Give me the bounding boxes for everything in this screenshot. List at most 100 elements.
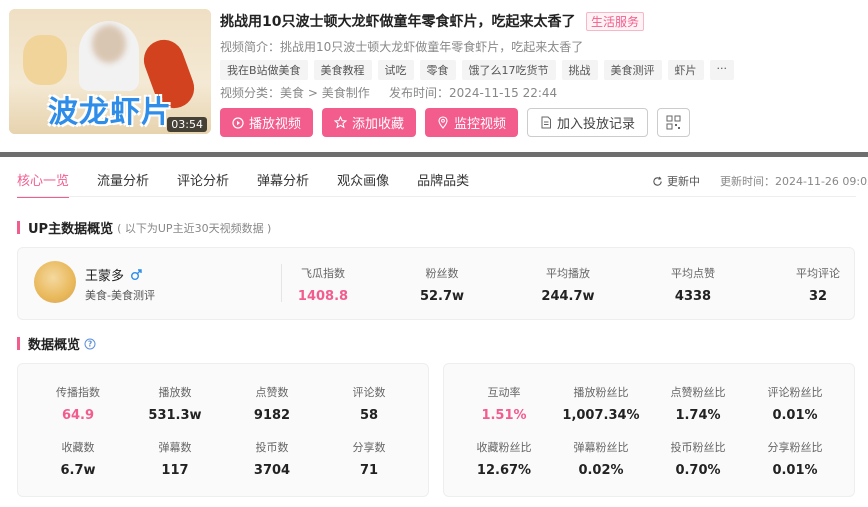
up-overview-card: 王蒙多 美食-美食测评 飞瓜指数 1408.8 粉丝数 52.7w 平均播放 2… <box>17 247 855 320</box>
analysis-tabs: 核心一览 流量分析 评论分析 弹幕分析 观众画像 品牌品类 <box>17 170 469 198</box>
update-time-label: 更新时间： <box>720 175 775 188</box>
tab-comment-analysis[interactable]: 评论分析 <box>177 170 229 198</box>
stat-value: 1,007.34% <box>562 408 640 423</box>
refresh-icon <box>653 176 662 186</box>
tab-core-overview[interactable]: 核心一览 <box>17 170 70 198</box>
tag-item[interactable]: 虾片 <box>667 60 704 80</box>
qr-code-icon <box>666 115 681 130</box>
qr-code-button[interactable] <box>657 108 691 137</box>
video-thumbnail[interactable]: 波龙虾片 03:54 <box>9 9 211 134</box>
tag-item[interactable]: 我在B站做美食 <box>220 60 308 80</box>
stat-value: 0.02% <box>578 463 624 478</box>
location-pin-icon <box>438 116 448 129</box>
stat-fans: 粉丝数 52.7w <box>416 265 468 304</box>
shrimp-chip-image <box>23 35 67 85</box>
stat-spread-index: 传播指数 64.9 <box>38 384 118 423</box>
tag-item[interactable]: 零食 <box>419 60 456 80</box>
stat-label: 点赞粉丝比 <box>670 386 726 399</box>
stat-value: 58 <box>359 408 379 423</box>
stat-value: 117 <box>161 463 189 478</box>
stat-label: 粉丝数 <box>425 267 459 280</box>
update-time: 更新时间：2024-11-26 09:02 <box>720 173 868 189</box>
publish-value: 2024-11-15 22:44 <box>449 86 558 100</box>
avatar[interactable] <box>34 261 76 303</box>
play-icon <box>232 116 244 129</box>
section-marker <box>17 337 20 350</box>
play-video-label: 播放视频 <box>249 117 302 132</box>
monitor-video-label: 监控视频 <box>454 117 507 132</box>
stat-label: 投币粉丝比 <box>670 441 726 454</box>
publish-time: 发布时间：2024-11-15 22:44 <box>389 84 557 101</box>
stat-label: 播放粉丝比 <box>573 386 629 399</box>
tag-item[interactable]: 美食教程 <box>313 60 372 80</box>
stat-label: 播放数 <box>158 386 192 399</box>
stat-feigua-index: 飞瓜指数 1408.8 <box>297 265 349 304</box>
up-category: 美食-美食测评 <box>85 289 155 302</box>
category-badge: 生活服务 <box>586 12 645 31</box>
tab-traffic-analysis[interactable]: 流量分析 <box>97 170 149 198</box>
stat-value: 9182 <box>253 408 291 423</box>
category-value: 美食 > 美食制作 <box>280 86 370 100</box>
tag-item[interactable]: 美食测评 <box>603 60 662 80</box>
category-label: 视频分类： <box>220 86 281 100</box>
update-time-value: 2024-11-26 09:02 <box>775 175 868 188</box>
stat-value: 6.7w <box>60 463 96 478</box>
up-section-heading: UP主数据概览 <box>28 222 114 237</box>
stat-label: 互动率 <box>487 386 521 399</box>
tag-item[interactable]: 挑战 <box>561 60 598 80</box>
up-name[interactable]: 王蒙多 <box>85 265 124 284</box>
stat-interaction-rate: 互动率 1.51% <box>464 384 544 423</box>
tab-danmaku-analysis[interactable]: 弹幕分析 <box>257 170 309 198</box>
stat-value: 4338 <box>674 289 712 304</box>
stat-avg-play: 平均播放 244.7w <box>538 265 598 304</box>
add-favorite-label: 添加收藏 <box>352 117 405 132</box>
stat-label: 收藏粉丝比 <box>476 441 532 454</box>
stat-coins: 投币数 3704 <box>232 439 312 478</box>
stat-label: 分享粉丝比 <box>767 441 823 454</box>
stat-label: 点赞数 <box>255 386 289 399</box>
stat-value: 3704 <box>253 463 291 478</box>
section-marker <box>17 221 20 234</box>
stat-label: 平均点赞 <box>671 267 715 280</box>
tags-more-button[interactable]: ··· <box>709 60 735 80</box>
data-card-counts: 传播指数 64.9 播放数 531.3w 点赞数 9182 评论数 58 收藏数… <box>17 363 429 497</box>
stat-danmaku: 弹幕数 117 <box>135 439 215 478</box>
stat-label: 投币数 <box>255 441 289 454</box>
document-icon <box>541 116 552 129</box>
stat-label: 平均评论 <box>796 267 840 280</box>
stat-comment-fan-ratio: 评论粉丝比 0.01% <box>750 384 840 423</box>
video-description: 视频简介：挑战用10只波士顿大龙虾做童年零食虾片，吃起来太香了 <box>220 38 583 55</box>
monitor-video-button[interactable]: 监控视频 <box>425 108 519 137</box>
video-title[interactable]: 挑战用10只波士顿大龙虾做童年零食虾片，吃起来太香了 <box>220 11 575 31</box>
stat-shares: 分享数 71 <box>329 439 409 478</box>
video-category: 视频分类：美食 > 美食制作 <box>220 84 370 101</box>
video-duration: 03:54 <box>167 117 207 132</box>
stat-label: 平均播放 <box>546 267 590 280</box>
help-icon[interactable]: ? <box>84 338 96 350</box>
add-favorite-button[interactable]: 添加收藏 <box>322 108 417 137</box>
video-header: 波龙虾片 03:54 挑战用10只波士顿大龙虾做童年零食虾片，吃起来太香了 生活… <box>0 0 868 152</box>
stat-label: 弹幕粉丝比 <box>573 441 629 454</box>
video-tags: 我在B站做美食 美食教程 试吃 零食 饿了么17吃货节 挑战 美食测评 虾片 ·… <box>220 60 735 80</box>
stat-play-fan-ratio: 播放粉丝比 1,007.34% <box>556 384 646 423</box>
tag-item[interactable]: 饿了么17吃货节 <box>461 60 556 80</box>
up-section-subtitle: ( 以下为UP主近30天视频数据 ) <box>117 221 272 235</box>
add-record-button[interactable]: 加入投放记录 <box>527 108 649 137</box>
description-label: 视频简介： <box>220 40 281 54</box>
tag-item[interactable]: 试吃 <box>377 60 414 80</box>
tab-brand-category[interactable]: 品牌品类 <box>417 170 469 198</box>
stat-likes: 点赞数 9182 <box>232 384 312 423</box>
refresh-button[interactable]: 更新中 <box>652 173 700 189</box>
star-icon <box>334 116 348 129</box>
stat-value: 244.7w <box>541 289 595 304</box>
play-video-button[interactable]: 播放视频 <box>220 108 314 137</box>
tab-audience-profile[interactable]: 观众画像 <box>337 170 389 198</box>
male-icon <box>131 268 142 280</box>
description-text: 挑战用10只波士顿大龙虾做童年零食虾片，吃起来太香了 <box>280 40 584 54</box>
stat-value: 12.67% <box>476 463 532 478</box>
stat-value: 1408.8 <box>297 289 349 304</box>
stat-value: 531.3w <box>148 408 202 423</box>
stat-label: 评论粉丝比 <box>767 386 823 399</box>
stat-value: 71 <box>359 463 379 478</box>
data-section-title: 数据概览 ? <box>17 334 96 353</box>
